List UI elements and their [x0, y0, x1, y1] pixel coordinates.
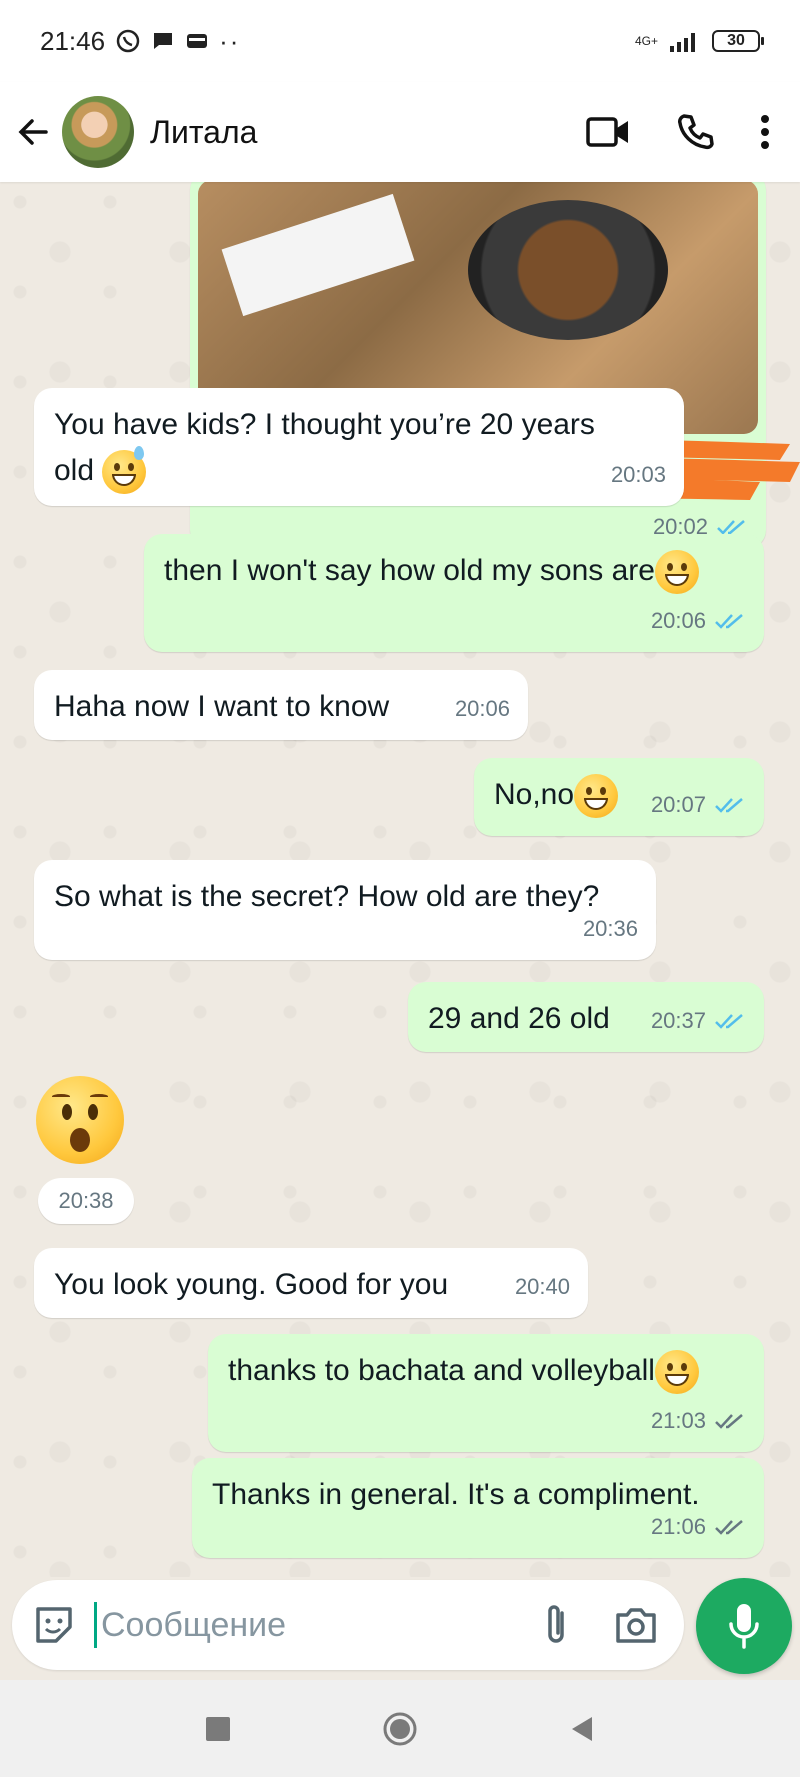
outgoing-message[interactable]: 29 and 26 old 20:37 [408, 982, 764, 1052]
message-time: 21:03 [650, 1408, 706, 1433]
incoming-message[interactable]: So what is the secret? How old are they?… [34, 860, 656, 960]
photo-napkin [221, 193, 415, 317]
beaming-face-emoji-icon [654, 550, 699, 595]
message-time: 20:40 [514, 1274, 570, 1299]
message-time: 20:06 [454, 696, 510, 721]
message-text: So what is the secret? How old are they? [54, 880, 600, 913]
message-text: Haha now I want to know [54, 690, 390, 723]
avatar[interactable] [62, 96, 134, 168]
signal-icon [670, 33, 695, 52]
camera-icon[interactable] [614, 1605, 658, 1645]
message-text: then I won't say how old my sons are [164, 554, 655, 587]
wallet-icon [187, 34, 208, 48]
incoming-message[interactable]: You have kids? I thought you’re 20 years… [34, 388, 684, 506]
video-call-icon[interactable] [586, 115, 630, 149]
message-time: 21:06 [650, 1514, 706, 1539]
chat-bubble-icon [154, 33, 173, 49]
message-text: No,no [494, 778, 575, 811]
message-text: You have kids? I thought you’re 20 years [54, 408, 595, 441]
phone-call-icon[interactable] [676, 113, 714, 151]
read-ticks-icon [715, 614, 743, 629]
status-time: 21:46 [40, 25, 106, 56]
back-triangle-icon[interactable] [568, 1715, 596, 1743]
system-nav-bar [0, 1680, 800, 1777]
message-text: You look young. Good for you [54, 1268, 449, 1301]
message-time: 20:06 [650, 608, 706, 633]
more-menu-icon[interactable] [760, 114, 770, 150]
more-dots-icon: ·· [219, 25, 241, 56]
message-input[interactable] [94, 1602, 494, 1648]
message-text: thanks to bachata and volleyball [228, 1354, 655, 1387]
read-ticks-icon [715, 798, 743, 813]
attach-paperclip-icon[interactable] [542, 1603, 572, 1647]
message-composer [12, 1580, 684, 1670]
whatsapp-icon [116, 29, 140, 53]
photo-plate [468, 200, 668, 340]
grinning-sweat-emoji-icon [102, 446, 147, 495]
back-arrow-icon[interactable] [16, 114, 52, 150]
message-time: 20:38 [58, 1188, 114, 1213]
voice-record-button[interactable] [696, 1578, 792, 1674]
message-time: 20:07 [650, 792, 706, 817]
delivered-ticks-icon [715, 1414, 743, 1429]
microphone-icon [729, 1604, 759, 1649]
message-time: 20:37 [650, 1008, 706, 1033]
outgoing-message[interactable]: Thanks in general. It's a compliment. 21… [192, 1458, 764, 1558]
beaming-face-emoji-icon [574, 774, 619, 819]
emoji-time-badge: 20:38 [38, 1178, 134, 1224]
message-text: 29 and 26 old [428, 1002, 610, 1035]
home-circle-icon[interactable] [382, 1711, 418, 1747]
astonished-face-emoji-icon[interactable] [36, 1076, 124, 1164]
battery-icon: 30 [712, 30, 764, 52]
outgoing-message[interactable]: thanks to bachata and volleyball 21:03 [208, 1334, 764, 1452]
beaming-face-emoji-icon [654, 1350, 699, 1395]
incoming-message[interactable]: You look young. Good for you 20:40 [34, 1248, 588, 1318]
sticker-icon[interactable] [32, 1603, 76, 1647]
network-indicator: 4G+ [634, 34, 658, 48]
outgoing-message[interactable]: No,no 20:07 [474, 758, 764, 836]
chat-header: Литала [0, 82, 800, 182]
message-time: 20:36 [582, 916, 638, 941]
delivered-ticks-icon [715, 1520, 743, 1535]
outgoing-message[interactable]: then I won't say how old my sons are 20:… [144, 534, 764, 652]
recents-square-icon[interactable] [204, 1715, 232, 1743]
incoming-message[interactable]: Haha now I want to know 20:06 [34, 670, 528, 740]
read-ticks-icon [715, 1014, 743, 1029]
message-text: Thanks in general. It's a compliment. [212, 1478, 700, 1511]
status-bar: 21:46 ·· 4G+ 30 [0, 0, 800, 82]
chat-area[interactable]: 20:02 You have kids? I thought you’re 20… [0, 182, 800, 1577]
message-text: old [54, 454, 95, 487]
message-time: 20:03 [610, 462, 666, 487]
contact-name[interactable]: Литала [150, 114, 257, 151]
